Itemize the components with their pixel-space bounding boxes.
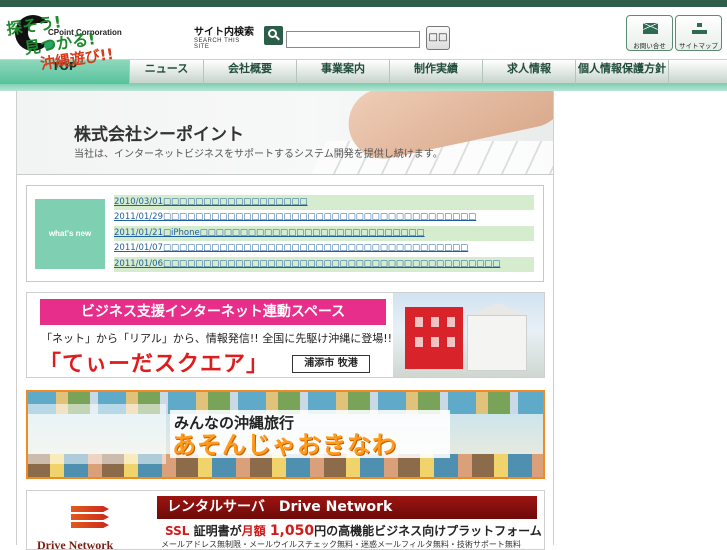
banner3-monthly: 月額 [241,524,266,538]
banner3-price-rest: 円の高機能ビジネス向けプラットフォーム [314,524,542,538]
news-item[interactable]: 2011/01/07□□□□□□□□□□□□□□□□□□□□□□□□□□□□□□… [114,241,534,256]
search-label-jp: サイト内検索 [194,27,254,38]
news-item[interactable]: 2011/01/06□□□□□□□□□□□□□□□□□□□□□□□□□□□□□□… [114,257,534,272]
news-date[interactable]: 2011/01/29 [114,212,163,222]
news-title[interactable]: □□□□□□□□□□□□□□□□□□□□□□□□□□□□□□□□□□□□□□ [163,243,468,253]
search-icon [264,26,283,45]
nav-recruit[interactable]: 求人情報 [483,60,576,84]
search-button[interactable]: □□ [426,26,450,50]
news-title[interactable]: □□□□□□□□□□□□□□□□□□ [163,197,308,207]
tida-square-banner[interactable]: ビジネス支援インターネット連動スペース 「ネット」から「リアル」から、情報発信!… [26,292,545,378]
banner2-title-big: あそんじゃおきなわ [172,431,397,459]
contact-button[interactable]: お問い合せ [626,15,673,51]
search-label-en: SEARCH THIS SITE [194,38,240,50]
news-date[interactable]: 2011/01/06 [114,259,163,269]
news-title[interactable]: □□□□□□□□□□□□□□□□□□□□□□□□□□□□□□□□□□□□□□□□… [163,259,500,269]
banner1-subline: 「ネット」から「リアル」から、情報発信!! 全国に先駆け沖縄に登場!! [41,332,393,345]
hero-subtitle: 当社は、インターネットビジネスをサポートするシステム開発を提供し続けます。 [74,149,443,160]
drive-network-logo-name: Drive Network [37,538,114,550]
banner1-name: 「てぃーだスクエア」 [39,352,270,377]
nav-works[interactable]: 制作実績 [390,60,483,84]
news-date[interactable]: 2011/01/07 [114,243,163,253]
mail-icon [643,23,658,34]
news-item[interactable]: 2010/03/01□□□□□□□□□□□□□□□□□□ [114,195,534,210]
nav-company[interactable]: 会社概要 [204,60,297,84]
whats-new-badge: what's new [35,199,105,269]
sitemap-label: サイトマップ [679,42,718,50]
news-date[interactable]: 2011/01/21 [114,228,163,238]
drive-network-logo-icon [71,506,109,534]
banner3-ssl-rest: 証明書が [193,524,242,538]
search-input[interactable] [286,31,420,48]
banner2-left-panel [28,404,166,464]
news-item[interactable]: 2011/01/21□iPhone□□□□□□□□□□□□□□□□□□□□□□□… [114,226,534,241]
sitemap-button[interactable]: サイトマップ [675,15,722,51]
banner3-price: 1,050 [269,523,315,539]
banner1-place: 浦添市 牧港 [292,355,370,373]
hero-title: 株式会社シーポイント [74,125,244,145]
nav-privacy[interactable]: 個人情報保護方針 [576,60,669,84]
banner3-ssl: SSL [165,524,190,538]
news-title[interactable]: □□□□□□□□□□□□□□□□□□□□□□□□□□□□□□□□□□□□□□□ [163,212,476,222]
sitemap-icon [692,23,707,34]
contact-label: お問い合せ [633,42,666,50]
drive-network-banner[interactable]: Drive Network レンタルサーバ Drive Network SSL … [26,490,545,550]
news-title[interactable]: □iPhone□□□□□□□□□□□□□□□□□□□□□□□□□□□□ [163,228,425,238]
nav-business[interactable]: 事業案内 [297,60,390,84]
news-date[interactable]: 2010/03/01 [114,197,163,207]
search-label: サイト内検索 SEARCH THIS SITE [194,27,256,50]
news-item[interactable]: 2011/01/29□□□□□□□□□□□□□□□□□□□□□□□□□□□□□□… [114,210,534,225]
banner3-headline: レンタルサーバ Drive Network [157,496,537,519]
top-accent-bar [0,0,727,7]
banner3-price-line: SSL 証明書が月額 1,050円の高機能ビジネス向けプラットフォーム [165,522,542,539]
right-column [555,91,727,545]
nav-underline-band [0,84,727,91]
building-photo [393,293,544,377]
nav-news[interactable]: ニュース [130,60,204,84]
banner1-headline: ビジネス支援インターネット連動スペース [40,299,386,325]
